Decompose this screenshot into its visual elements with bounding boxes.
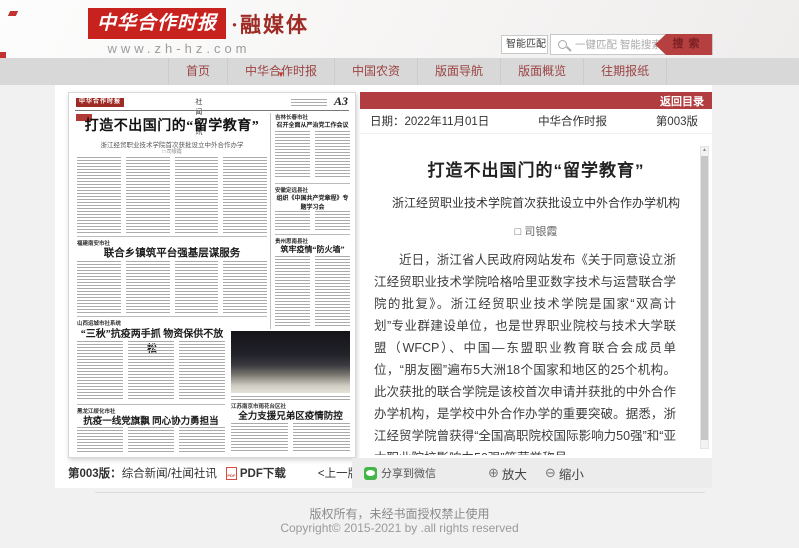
share-wechat-label: 分享到微信 [381, 465, 436, 481]
paper-main-headline: 打造不出国门的“留学教育” [77, 118, 267, 136]
zoom-out-button[interactable]: ⊖ 缩小 [545, 464, 584, 483]
sim-text-area [231, 423, 350, 453]
nav-item-home[interactable]: 首页 [168, 58, 227, 85]
site-logo[interactable]: 中华合作时报 ·融媒体 [88, 8, 309, 39]
divider [75, 110, 349, 111]
nav-item-past-issues[interactable]: 往期报纸 [583, 58, 667, 85]
divider [77, 316, 267, 317]
article-subtitle: 浙江经贸职业技术学院首次获批设立中外合作办学机构 [360, 194, 712, 211]
back-to-contents-button[interactable]: 返回目录 [660, 96, 704, 108]
article-toolbar: 返回目录 [360, 92, 712, 109]
wechat-icon [364, 467, 377, 480]
article-action-bar: 分享到微信 ⊕ 放大 ⊖ 缩小 [352, 458, 712, 488]
page-section-label: 综合新闻/社闻社讯 [122, 465, 217, 481]
paper-photo-caption [231, 396, 350, 400]
zoom-controls: ⊕ 放大 ⊖ 缩小 [488, 464, 584, 483]
article-meta-row: 日期：2022年11月01日 中华合作时报 第003版 [360, 109, 712, 134]
sim-text-area [77, 157, 267, 233]
footer-copyright-cn: 版权所有，未经书面授权禁止使用 [0, 505, 799, 522]
section-headline: 全力支援兄弟区疫情防控 [231, 408, 350, 422]
footer-copyright-en: Copyright© 2015-2021 by .all rights rese… [0, 521, 799, 535]
site-url: www.zh-hz.com [84, 41, 274, 56]
nav-item-zhonghua-hezuo-shibao[interactable]: 中华合作时报 [227, 58, 334, 85]
pdf-download-button[interactable]: PDF下载 [240, 465, 286, 481]
sim-text-area [275, 131, 350, 179]
zoom-in-icon: ⊕ [488, 465, 499, 481]
decor-red-mark [8, 11, 18, 16]
section-headline: 抗疫一线党旗飘 同心协力勇担当 [77, 413, 225, 427]
paper-masthead-logo: 中华合作时报 [76, 98, 124, 107]
main-nav: 首页 中华合作时报 中国农资 版面导航 版面概览 往期报纸 [0, 58, 799, 85]
section-headline: 筑牢疫情“防火墙” [275, 244, 350, 255]
sim-text-area [275, 256, 350, 326]
paper-byline: □ 司银霞 [77, 148, 267, 155]
article-panel: 返回目录 日期：2022年11月01日 中华合作时报 第003版 打造不出国门的… [360, 92, 712, 458]
sim-text-area [275, 211, 350, 231]
paper-page-number: A3 [334, 94, 348, 109]
site-header: 中华合作时报 ·融媒体 www.zh-hz.com 智能匹配 ∨ 搜索 [0, 0, 799, 58]
scroll-up-icon[interactable]: ▲ [702, 147, 707, 153]
article-title: 打造不出国门的“留学教育” [360, 156, 712, 181]
share-wechat-button[interactable]: 分享到微信 [364, 465, 436, 481]
column-divider [270, 113, 271, 329]
paper-photo [231, 331, 350, 393]
section-headline: 组织《中国共产党章程》专题学习会 [275, 193, 350, 211]
newspaper-page-thumbnail[interactable]: 中华合作时报 社闻社讯 A3 打造不出国门的“留学教育” 浙江经贸职业技术学院首… [68, 92, 356, 458]
nav-item-page-overview[interactable]: 版面概览 [500, 58, 583, 85]
scrollbar-thumb[interactable] [701, 156, 708, 440]
section-headline: 联合乡镇筑平台强基层谋服务 [77, 245, 267, 260]
footer-divider [95, 492, 705, 493]
content-container: 中华合作时报 社闻社讯 A3 打造不出国门的“留学教育” 浙江经贸职业技术学院首… [55, 85, 712, 488]
page-number-label: 第003版： [68, 465, 122, 481]
zoom-out-label: 缩小 [559, 464, 584, 483]
article-paragraph: 近日，浙江省人民政府网站发布《关于同意设立浙江经贸职业技术学院哈格哈里亚数字技术… [374, 249, 676, 455]
logo-suffix: ·融媒体 [231, 9, 309, 39]
pdf-icon [226, 467, 237, 480]
search-filter-select[interactable]: 智能匹配 ∨ [501, 35, 548, 54]
sim-text-area [77, 341, 225, 401]
section-headline: 召开全面从严治党工作会议 [275, 120, 350, 129]
article-author: □ 司银霞 [360, 223, 712, 239]
nav-item-zhongguo-nongzi[interactable]: 中国农资 [334, 58, 417, 85]
article-body: 打造不出国门的“留学教育” 浙江经贸职业技术学院首次获批设立中外合作办学机构 □… [360, 134, 712, 455]
scrollbar[interactable]: ▲ [700, 146, 709, 449]
zoom-in-label: 放大 [502, 464, 527, 483]
divider [275, 234, 350, 235]
article-date: 日期：2022年11月01日 [370, 113, 489, 129]
paper-dateline [291, 99, 327, 106]
zoom-in-button[interactable]: ⊕ 放大 [488, 464, 527, 483]
sim-text-area [77, 261, 267, 313]
divider [77, 236, 267, 237]
sim-text-area [77, 427, 225, 453]
search-icon [558, 40, 567, 49]
divider [77, 404, 225, 405]
search-button[interactable]: 搜索 [655, 34, 712, 55]
zoom-out-icon: ⊖ [545, 465, 556, 481]
article-page-number: 第003版 [656, 113, 698, 129]
chevron-down-icon: ∨ [538, 36, 544, 53]
divider [275, 183, 350, 184]
logo-main: 中华合作时报 [88, 8, 226, 39]
article-paper-name: 中华合作时报 [538, 113, 607, 129]
nav-item-page-navigation[interactable]: 版面导航 [417, 58, 500, 85]
